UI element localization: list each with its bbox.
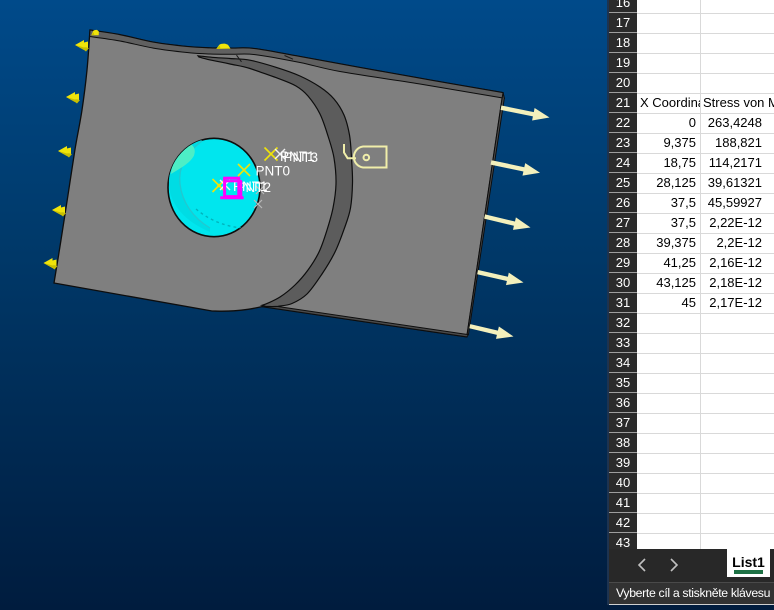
svg-text:PNT0: PNT0	[256, 164, 291, 179]
